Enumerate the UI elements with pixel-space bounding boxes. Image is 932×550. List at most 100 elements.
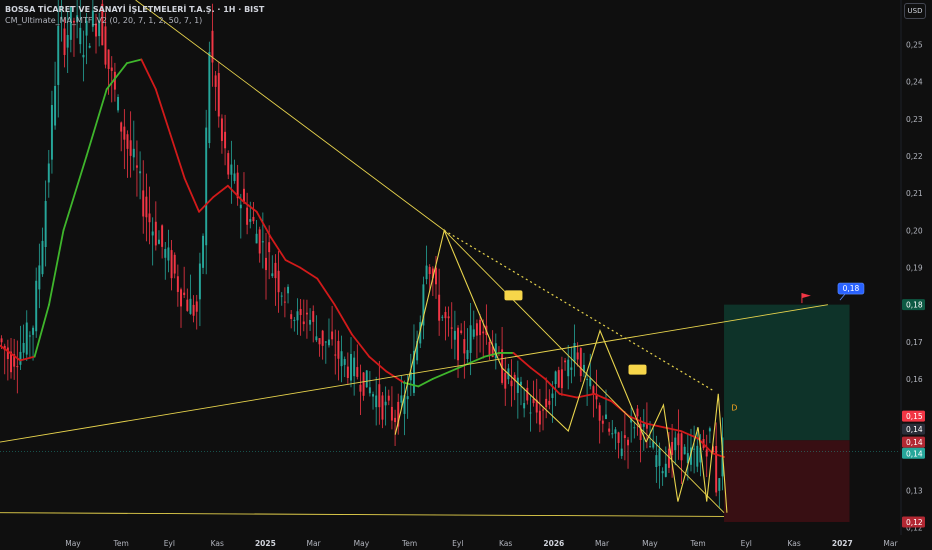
- moving-average-segment: [284, 259, 301, 269]
- candle-body: [649, 446, 652, 448]
- time-axis-tick: Tem: [401, 539, 417, 548]
- candle-body: [633, 427, 636, 429]
- candle-body: [202, 235, 205, 268]
- moving-average-segment: [299, 266, 319, 280]
- candle-body: [63, 28, 66, 55]
- candles-layer: [0, 0, 724, 508]
- candle-body: [129, 140, 132, 156]
- candle-body: [359, 384, 362, 392]
- candle-body: [356, 367, 359, 377]
- time-axis-tick: Mar: [306, 539, 321, 548]
- chart-root: D0,18 0,260,250,240,230,220,210,200,190,…: [0, 0, 932, 550]
- price-tag-label: 0,14: [906, 425, 923, 434]
- candle-body: [117, 96, 120, 111]
- candle-body: [214, 75, 217, 87]
- time-axis[interactable]: May Tem Eyl Kas 2025 Mar May Tem Eyl Kas 2026 Mar Ma…: [65, 539, 898, 548]
- moving-average-segment: [48, 229, 65, 306]
- candle-body: [180, 289, 182, 307]
- symbol-title[interactable]: BOSSA TİCARET VE SANAYİ İŞLETMELERİ T.A.…: [5, 5, 264, 14]
- candle-body: [488, 341, 491, 355]
- moving-average-segment: [85, 88, 108, 157]
- moving-average-segment: [241, 199, 258, 213]
- stop-zone: [724, 440, 850, 522]
- price-axis-tick: 0,21: [906, 189, 923, 198]
- candle-body: [548, 400, 551, 405]
- candle-body: [601, 420, 604, 424]
- price-tag-label: 0,15: [906, 412, 923, 421]
- candle-body: [82, 54, 85, 58]
- candle-body: [54, 85, 57, 126]
- time-axis-tick: Eyl: [741, 539, 752, 548]
- time-axis-tick: Kas: [211, 539, 224, 548]
- candle-body: [658, 448, 661, 466]
- candle-body: [265, 257, 267, 271]
- candle-body: [321, 330, 324, 346]
- time-axis-tick: 2027: [832, 539, 853, 548]
- candle-body: [510, 380, 513, 387]
- candle-body: [428, 266, 431, 275]
- candle-body: [504, 372, 507, 389]
- moving-average-segment: [183, 177, 200, 213]
- candle-body: [28, 335, 31, 337]
- candle-body: [25, 322, 28, 355]
- price-axis[interactable]: 0,260,250,240,230,220,210,200,190,180,17…: [900, 0, 925, 535]
- candle-body: [183, 292, 186, 295]
- candle-body: [353, 357, 356, 377]
- candle-body: [299, 309, 302, 316]
- candle-body: [139, 171, 142, 174]
- currency-button[interactable]: USD: [904, 3, 926, 19]
- candle-body: [472, 329, 475, 337]
- candle-body: [387, 395, 390, 401]
- zigzag-pattern-1[interactable]: [394, 228, 647, 443]
- trendline-upper-resistance[interactable]: [135, 0, 445, 231]
- moving-average-layer: [0, 58, 725, 458]
- candle-body: [16, 366, 19, 368]
- indicator-legend[interactable]: CM_Ultimate_MA_MTF_V2 (0, 20, 7, 1, 2, 5…: [5, 16, 202, 25]
- pattern-marker[interactable]: [628, 364, 647, 375]
- candle-body: [636, 408, 639, 417]
- candle-body: [438, 294, 441, 321]
- candle-body: [718, 478, 721, 491]
- target-zone: [724, 304, 850, 441]
- candle-body: [570, 367, 573, 370]
- candle-body: [318, 338, 321, 345]
- candle-body: [715, 446, 718, 493]
- candle-body: [538, 410, 541, 425]
- candle-body: [47, 163, 50, 183]
- candle-body: [655, 455, 658, 468]
- candle-body: [205, 127, 208, 246]
- moving-average-segment: [368, 355, 388, 373]
- candle-body: [192, 304, 195, 316]
- trendline-bottom-support[interactable]: [0, 512, 725, 517]
- candle-body: [305, 312, 308, 315]
- price-tag-label: 0,18: [906, 301, 923, 310]
- candle-body: [460, 330, 463, 334]
- candle-body: [283, 301, 286, 303]
- candle-body: [157, 239, 160, 244]
- candle-body: [516, 377, 519, 393]
- candle-body: [230, 164, 233, 175]
- candle-body: [457, 327, 460, 361]
- target-flag-icon[interactable]: [801, 293, 811, 299]
- price-chart[interactable]: D0,18 0,260,250,240,230,220,210,200,190,…: [0, 0, 932, 550]
- candle-body: [95, 23, 97, 37]
- candle-body: [381, 395, 384, 420]
- candle-body: [400, 395, 403, 403]
- candle-body: [425, 265, 428, 280]
- candle-body: [198, 263, 201, 300]
- time-axis-tick: May: [65, 539, 81, 548]
- candle-body: [346, 366, 349, 379]
- candle-body: [44, 200, 47, 247]
- candle-body: [302, 321, 305, 325]
- price-axis-tick: 0,23: [906, 115, 923, 124]
- target-callout-pointer: [839, 293, 846, 301]
- price-axis-tick: 0,22: [906, 152, 923, 161]
- candle-body: [208, 52, 211, 144]
- candle-body: [435, 267, 437, 285]
- candle-body: [627, 439, 630, 446]
- pattern-marker[interactable]: [504, 290, 523, 301]
- candle-body: [696, 445, 699, 467]
- candle-body: [447, 316, 450, 319]
- candle-body: [258, 229, 261, 254]
- time-axis-tick: Tem: [689, 539, 705, 548]
